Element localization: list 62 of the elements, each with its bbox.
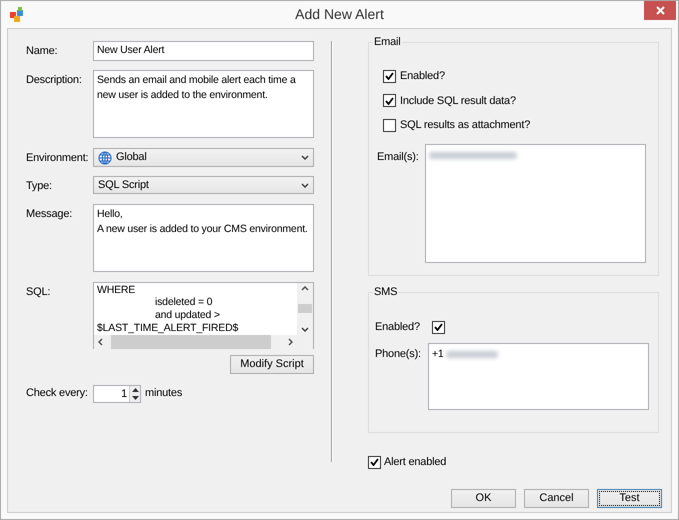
scroll-left-icon[interactable] xyxy=(98,338,103,346)
close-button[interactable] xyxy=(644,1,676,20)
scroll-down-icon[interactable] xyxy=(301,326,309,332)
checkbox[interactable] xyxy=(383,94,396,108)
globe-icon xyxy=(98,150,112,164)
checkbox-label: Alert enabled xyxy=(384,455,446,470)
field-label: Environment: xyxy=(26,151,90,166)
checkbox[interactable] xyxy=(368,456,381,469)
type-dropdown[interactable]: SQL Script xyxy=(93,176,314,194)
dropdown-value: Global xyxy=(116,151,147,164)
checkbox-label: Enabled? xyxy=(375,320,421,335)
horizontal-scrollbar[interactable] xyxy=(94,334,297,348)
unit-label: minutes xyxy=(145,386,182,402)
field-label: Email(s): xyxy=(377,150,420,164)
code-line: $LAST_TIME_ALERT_FIRED$ xyxy=(97,322,240,334)
emails-field[interactable] xyxy=(425,144,646,262)
dialog-button[interactable]: Test xyxy=(597,488,662,508)
minutes-spinner[interactable]: 1 xyxy=(93,384,141,402)
message-field[interactable]: Hello, A new user is added to your CMS environment. xyxy=(93,204,314,272)
field-label: Phone(s): xyxy=(375,346,422,362)
spin-down-icon[interactable] xyxy=(132,396,138,400)
chevron-down-icon xyxy=(301,155,309,160)
app-icon xyxy=(9,7,25,23)
checkmark-icon xyxy=(385,72,394,80)
field-label: Check every: xyxy=(26,386,89,402)
field-label: Description: xyxy=(26,73,83,88)
description-field[interactable]: Sends an email and mobile alert each time a new user is added to the environment. xyxy=(93,70,314,138)
close-icon xyxy=(656,6,664,15)
field-label: SQL: xyxy=(26,284,52,300)
code-line: isdeleted = 0 xyxy=(154,296,214,310)
field-label: Message: xyxy=(26,206,74,222)
dropdown-value: SQL Script xyxy=(98,178,150,193)
checkmark-icon xyxy=(370,458,379,466)
spin-up-icon[interactable] xyxy=(132,388,138,392)
vertical-scrollbar[interactable] xyxy=(297,282,313,334)
chevron-down-icon xyxy=(301,182,309,188)
field-label: Name: xyxy=(26,44,58,59)
redacted-text xyxy=(446,350,498,358)
field-label: Type: xyxy=(26,179,53,194)
checkmark-icon xyxy=(385,96,394,105)
checkbox[interactable] xyxy=(432,320,445,334)
scroll-up-icon[interactable] xyxy=(301,286,309,290)
dialog-button[interactable]: Cancel xyxy=(524,488,589,508)
sql-editor[interactable]: WHERE isdeleted = 0 and updated > $LAST_TIME_ALERT_FIRED$ xyxy=(93,282,314,348)
scroll-thumb[interactable] xyxy=(111,334,271,348)
phones-field[interactable]: +1 xyxy=(428,342,649,410)
scroll-thumb[interactable] xyxy=(298,304,312,313)
environment-dropdown[interactable]: Global xyxy=(93,148,314,167)
checkbox[interactable] xyxy=(383,118,396,132)
dialog-button[interactable]: OK xyxy=(451,488,516,508)
modify-script-button[interactable]: Modify Script xyxy=(230,354,314,374)
checkbox[interactable] xyxy=(383,70,396,83)
checkmark-icon xyxy=(434,323,443,332)
checkbox-label: Enabled? xyxy=(400,69,445,84)
phone-prefix: +1 xyxy=(432,346,444,362)
window-title: Add New Alert xyxy=(295,5,384,24)
checkbox-label: SQL results as attachment? xyxy=(400,118,530,133)
code-line: and updated > xyxy=(154,309,221,322)
scroll-right-icon[interactable] xyxy=(288,338,293,346)
name-field[interactable]: New User Alert xyxy=(93,41,314,61)
checkbox-label: Include SQL result data? xyxy=(400,94,516,108)
code-line: WHERE xyxy=(97,284,136,296)
